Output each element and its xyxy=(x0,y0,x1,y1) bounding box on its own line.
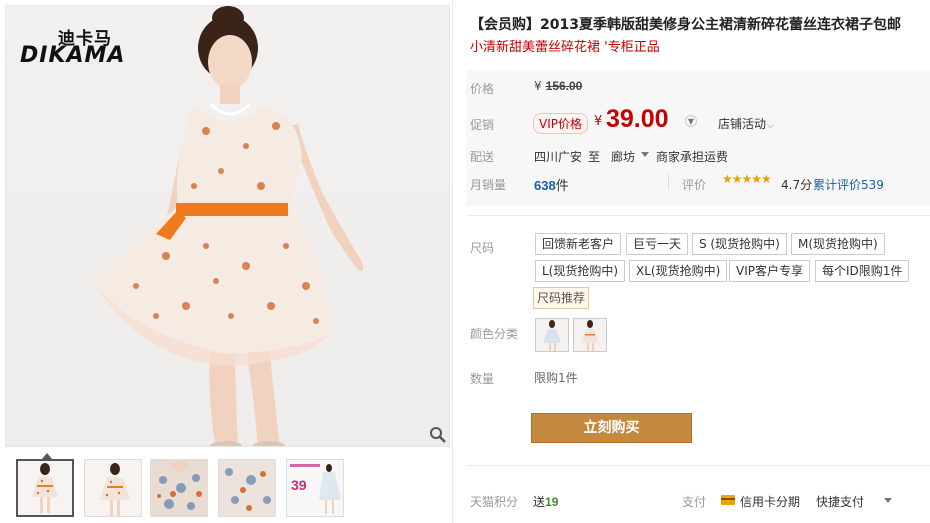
price-label: 价格 xyxy=(470,82,495,96)
monthly-sales-unit: 件 xyxy=(555,179,569,194)
thumbnail-image xyxy=(100,463,130,516)
swatch-image xyxy=(581,320,599,351)
tmall-points-value: 19 xyxy=(545,495,559,509)
size-recommend-button[interactable]: 尺码推荐 xyxy=(533,287,590,309)
size-option[interactable]: XL(现货抢购中) xyxy=(629,260,728,282)
promo-currency-symbol: ¥ xyxy=(594,114,603,129)
promo-price-value: 39.00 xyxy=(606,105,669,133)
thumbnail-image: 39 xyxy=(287,460,343,516)
size-option[interactable]: M(现货抢购中) xyxy=(791,233,885,255)
buy-now-button[interactable]: 立刻购买 xyxy=(531,413,692,443)
quantity-label: 数量 xyxy=(470,372,495,386)
review-count-link[interactable]: 累计评价539 xyxy=(813,176,884,193)
caret-down-icon[interactable] xyxy=(884,498,892,503)
size-option[interactable]: L(现货抢购中) xyxy=(535,260,626,282)
divider xyxy=(668,174,669,190)
svg-text:39: 39 xyxy=(291,477,307,493)
thumbnail-image xyxy=(32,463,58,513)
thumbnail-2[interactable] xyxy=(84,459,142,517)
thumbnail-3[interactable] xyxy=(150,459,208,517)
size-option[interactable]: 巨亏一天 xyxy=(626,233,689,255)
brand-name-en: DIKAMA xyxy=(20,43,126,68)
thumbnail-image xyxy=(219,460,275,516)
quick-pay-link[interactable]: 快捷支付 xyxy=(816,493,864,510)
thumbnail-strip: 39 xyxy=(5,447,450,523)
thumbnail-5[interactable]: 39 xyxy=(286,459,344,517)
shipping-fee: 商家承担运费 xyxy=(656,150,729,164)
store-activity-dropdown[interactable]: 店铺活动⌵ xyxy=(718,115,774,132)
destination-city-select[interactable]: 廊坊 xyxy=(611,148,635,165)
original-price-value: 156.00 xyxy=(545,79,583,93)
thumbnail-image xyxy=(151,460,207,516)
monthly-sales-count: 638 xyxy=(534,178,556,193)
color-swatch-2[interactable] xyxy=(573,318,607,352)
section-divider xyxy=(466,215,930,216)
vip-price-tag: VIP价格 xyxy=(533,113,588,134)
section-divider xyxy=(466,465,930,466)
purchase-limit: 限购1件 xyxy=(534,371,578,385)
color-swatch-1[interactable] xyxy=(535,318,569,352)
panel-divider xyxy=(452,0,453,523)
size-option[interactable]: 每个ID限购1件 xyxy=(815,260,910,282)
tmall-points-label: 天猫积分 xyxy=(470,495,519,509)
thumbnail-1[interactable] xyxy=(16,459,74,517)
store-activity-label: 店铺活动 xyxy=(718,117,767,131)
tmall-points-prefix: 送 xyxy=(533,495,546,509)
monthly-sales-label: 月销量 xyxy=(470,178,507,192)
color-label: 颜色分类 xyxy=(470,327,519,341)
tmall-points: 送19 xyxy=(533,493,558,510)
zoom-icon[interactable] xyxy=(429,426,447,444)
payment-label: 支付 xyxy=(682,495,707,509)
rating-stars-icon: ★★★★★ xyxy=(722,172,772,186)
shipping-label: 配送 xyxy=(470,150,495,164)
size-option[interactable]: 回馈新老客户 xyxy=(535,233,622,255)
ship-to-word: 至 xyxy=(588,150,601,164)
review-label: 评价 xyxy=(682,178,707,192)
credit-installment-link[interactable]: 信用卡分期 xyxy=(740,493,800,510)
currency-symbol: ¥ xyxy=(534,79,542,93)
monthly-sales: 638件 xyxy=(534,175,569,194)
size-option[interactable]: S (现货抢购中) xyxy=(692,233,787,255)
swatch-image xyxy=(543,320,561,351)
thumbnail-4[interactable] xyxy=(218,459,276,517)
product-subtitle: 小清新甜美蕾丝碎花裙 '专柜正品 xyxy=(470,40,660,55)
ship-from: 四川广安 xyxy=(534,150,583,164)
credit-card-icon xyxy=(721,495,735,505)
promo-label: 促销 xyxy=(470,118,495,132)
caret-down-icon[interactable] xyxy=(641,152,649,157)
model-photo xyxy=(91,6,364,446)
original-price: ¥156.00 xyxy=(534,79,582,93)
rating-score: 4.7分 xyxy=(781,178,813,192)
chevron-down-icon: ⌵ xyxy=(767,121,774,131)
size-label: 尺码 xyxy=(470,241,495,255)
product-title: 【会员购】2013夏季韩版甜美修身公主裙清新碎花蕾丝连衣裙子包邮 xyxy=(470,17,901,33)
chevron-down-icon[interactable]: ▼ xyxy=(685,115,697,127)
size-option[interactable]: VIP客户专享 xyxy=(729,260,810,282)
main-product-image[interactable]: 迪卡马 DIKAMA xyxy=(5,5,450,447)
